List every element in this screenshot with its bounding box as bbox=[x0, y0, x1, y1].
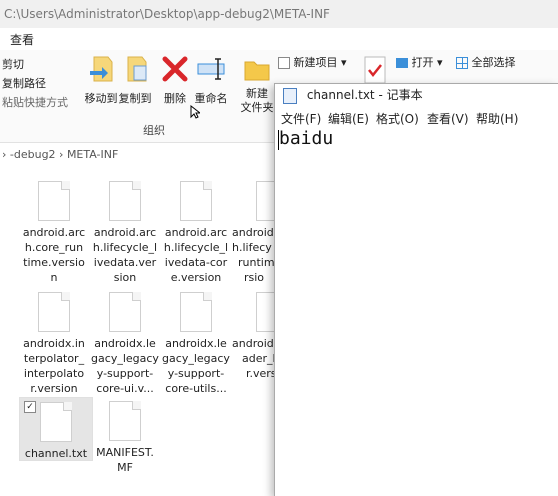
file-label: MF bbox=[117, 461, 133, 474]
delete-icon bbox=[160, 54, 190, 84]
menu-view[interactable]: 查看(V) bbox=[427, 110, 469, 127]
paste-shortcut-command[interactable]: 粘贴快捷方式 bbox=[2, 94, 68, 110]
file-label: MANIFEST. bbox=[96, 446, 154, 459]
notepad-title: channel.txt - 记事本 bbox=[306, 88, 423, 102]
file-label: terpolator_ bbox=[23, 352, 85, 365]
file-label: h.lifecycle_l bbox=[163, 241, 229, 254]
chevron-down-icon: ▾ bbox=[437, 56, 443, 69]
mouse-cursor-icon bbox=[190, 104, 202, 122]
select-all-label: 全部选择 bbox=[471, 56, 516, 69]
file-label: n bbox=[50, 271, 58, 284]
file-label: gacy_legacy bbox=[162, 352, 230, 365]
new-folder-icon bbox=[242, 54, 272, 84]
file-label: time.versio bbox=[23, 256, 85, 269]
menu-file[interactable]: 文件(F) bbox=[281, 110, 321, 127]
copy-path-label: 复制路径 bbox=[2, 77, 46, 90]
copy-to-label: 复制到 bbox=[118, 92, 152, 105]
explorer-title-path: C:\Users\Administrator\Desktop\app-debug… bbox=[4, 7, 330, 21]
file-label: r.version bbox=[30, 382, 78, 395]
file-label: ivedata-cor bbox=[164, 256, 228, 269]
file-icon bbox=[256, 292, 274, 332]
file-label: interpolato bbox=[23, 367, 85, 380]
file-label: rsio bbox=[244, 271, 265, 284]
paste-shortcut-label: 粘贴快捷方式 bbox=[2, 96, 68, 109]
rename-icon bbox=[196, 54, 226, 84]
file-item[interactable]: androidx.lo ader_lo r.vers bbox=[232, 292, 274, 381]
file-icon bbox=[256, 181, 274, 221]
chevron-down-icon: ▾ bbox=[341, 56, 347, 69]
cut-command[interactable]: 剪切 bbox=[2, 56, 24, 72]
file-label: core-utils... bbox=[165, 382, 227, 395]
menu-help[interactable]: 帮助(H) bbox=[476, 110, 518, 127]
file-item[interactable]: android.arc h.lifecy runtim rsio bbox=[232, 181, 274, 285]
file-label: y-support- bbox=[167, 367, 225, 380]
delete-label: 删除 bbox=[164, 92, 186, 105]
file-label: ivedata.ver bbox=[93, 256, 157, 269]
file-label: r.vers bbox=[246, 367, 274, 380]
cut-label: 剪切 bbox=[2, 58, 24, 71]
grid-icon bbox=[456, 57, 468, 69]
breadcrumb-path: › -debug2 › META-INF bbox=[2, 148, 119, 161]
file-label: android.arc bbox=[93, 226, 157, 239]
new-item-label: 新建项目 bbox=[293, 56, 338, 69]
open-button[interactable]: 打开 ▾ bbox=[396, 54, 443, 70]
file-label: androidx.in bbox=[23, 337, 85, 350]
explorer-menu-bar: 查看 bbox=[0, 28, 558, 51]
copy-path-command[interactable]: 复制路径 bbox=[2, 75, 46, 91]
notepad-text-area[interactable]: baidu bbox=[279, 128, 333, 149]
file-label: android.arc bbox=[164, 226, 228, 239]
file-label: h.core_run bbox=[24, 241, 84, 254]
explorer-title-bar: C:\Users\Administrator\Desktop\app-debug… bbox=[0, 0, 558, 28]
file-item-selected[interactable]: ✓ channel.txt bbox=[19, 397, 93, 461]
menu-format[interactable]: 格式(O) bbox=[376, 110, 419, 127]
file-icon bbox=[180, 292, 212, 332]
open-label: 打开 bbox=[411, 56, 434, 69]
file-item[interactable]: androidx.in terpolator_ interpolato r.ve… bbox=[18, 292, 90, 396]
file-item[interactable]: MANIFEST. MF bbox=[89, 401, 161, 475]
tab-view[interactable]: 查看 bbox=[10, 31, 34, 48]
file-item[interactable]: android.arc h.core_run time.versio n bbox=[18, 181, 90, 285]
file-label: y-support- bbox=[96, 367, 154, 380]
file-label: core-ui.v... bbox=[96, 382, 154, 395]
file-label: android.arc bbox=[232, 226, 274, 239]
file-label: androidx.lo bbox=[232, 337, 274, 350]
file-label: channel.txt bbox=[24, 447, 88, 460]
file-icon bbox=[38, 181, 70, 221]
file-icon bbox=[109, 181, 141, 221]
menu-edit[interactable]: 编辑(E) bbox=[328, 110, 369, 127]
file-item[interactable]: androidx.le gacy_legacy y-support- core-… bbox=[89, 292, 161, 396]
checkbox-icon[interactable]: ✓ bbox=[24, 401, 36, 413]
file-label: h.lifecycle_l bbox=[92, 241, 158, 254]
notepad-icon bbox=[283, 87, 297, 104]
notepad-title-bar[interactable]: channel.txt - 记事本 bbox=[275, 84, 558, 106]
file-item[interactable]: android.arc h.lifecycle_l ivedata-cor e.… bbox=[160, 181, 232, 285]
notepad-menu-bar: 文件(F) 编辑(E) 格式(O) 查看(V) 帮助(H) bbox=[275, 108, 558, 126]
file-label: e.version bbox=[170, 271, 222, 284]
file-label: h.lifecy bbox=[232, 241, 272, 254]
file-icon bbox=[180, 181, 212, 221]
select-all-button[interactable]: 全部选择 bbox=[456, 54, 516, 70]
file-item[interactable]: android.arc h.lifecycle_l ivedata.ver si… bbox=[89, 181, 161, 285]
file-label: android.arc bbox=[22, 226, 86, 239]
copy-to-icon bbox=[120, 54, 150, 84]
file-item[interactable]: androidx.le gacy_legacy y-support- core-… bbox=[160, 292, 232, 396]
group-label-organize: 组织 bbox=[143, 124, 165, 137]
file-label: androidx.le bbox=[94, 337, 156, 350]
file-icon bbox=[40, 402, 72, 442]
file-label: ader_lo bbox=[242, 352, 274, 365]
rename-label: 重命名 bbox=[194, 92, 228, 105]
file-label: sion bbox=[113, 271, 137, 284]
file-label: androidx.le bbox=[165, 337, 227, 350]
new-item-button[interactable]: 新建项目 ▾ bbox=[278, 54, 347, 70]
file-label: gacy_legacy bbox=[91, 352, 159, 365]
new-item-icon bbox=[278, 57, 290, 69]
breadcrumb[interactable]: › -debug2 › META-INF bbox=[0, 142, 278, 168]
file-icon bbox=[109, 292, 141, 332]
open-icon bbox=[396, 58, 408, 68]
file-icon bbox=[38, 292, 70, 332]
notepad-window: channel.txt - 记事本 文件(F) 编辑(E) 格式(O) 查看(V… bbox=[274, 83, 558, 496]
file-icon bbox=[109, 401, 141, 441]
rename-button[interactable]: 重命名 bbox=[188, 54, 234, 106]
file-label: runtim bbox=[238, 256, 274, 269]
